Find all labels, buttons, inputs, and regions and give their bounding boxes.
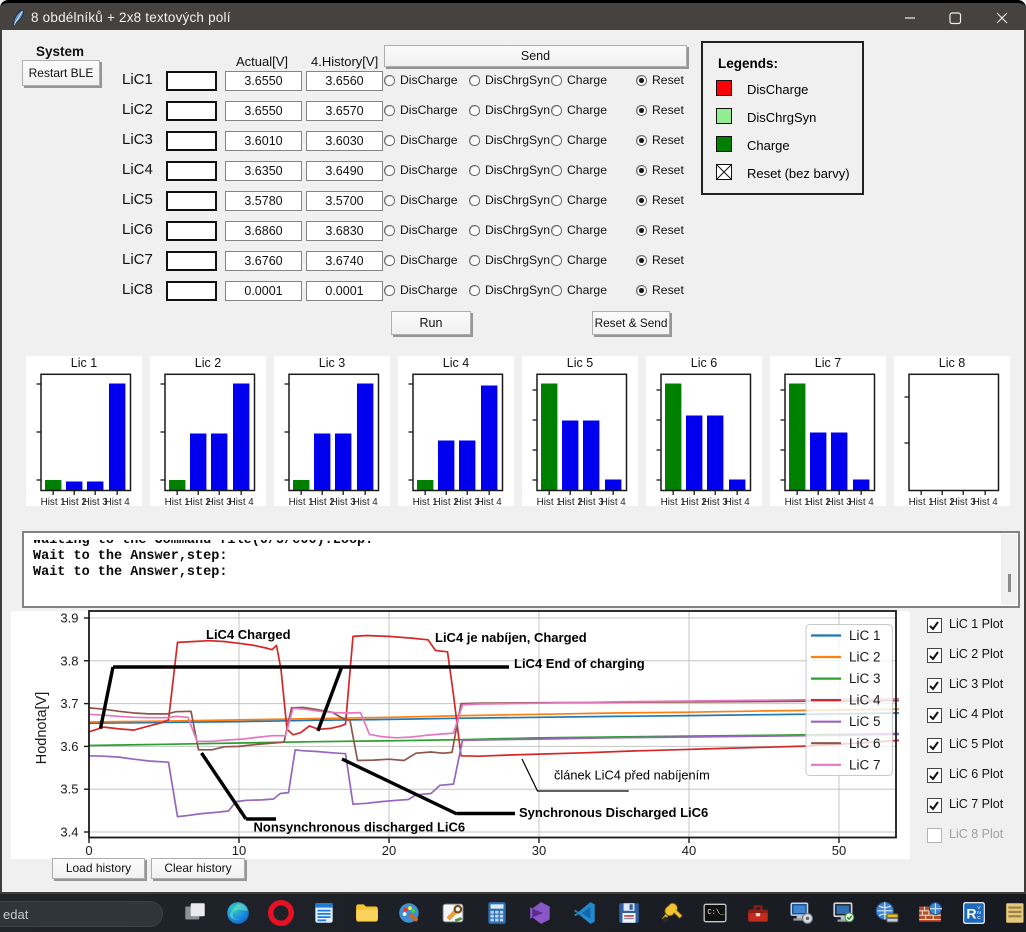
svg-text:3.9: 3.9 [60, 611, 78, 626]
svg-text:Hist 4: Hist 4 [352, 497, 378, 506]
svg-text:Hist 4: Hist 4 [476, 497, 502, 506]
svg-text:Hist 4: Hist 4 [724, 497, 750, 506]
svg-text:LiC 4: LiC 4 [849, 693, 881, 708]
svg-text:20: 20 [382, 843, 396, 858]
svg-text:R: R [966, 905, 976, 921]
svg-text:C:\_: C:\_ [707, 909, 725, 917]
svg-text:Hist 4: Hist 4 [104, 497, 130, 506]
svg-text:článek LiC4 před nabíjením: článek LiC4 před nabíjením [554, 768, 710, 783]
svg-text:Hodnota[V]: Hodnota[V] [34, 692, 50, 765]
svg-text:LiC4 je nabíjen, Charged: LiC4 je nabíjen, Charged [435, 630, 587, 645]
svg-text:LiC 5: LiC 5 [849, 714, 881, 729]
svg-text:Hist 4: Hist 4 [848, 497, 874, 506]
svg-text:LiC 3: LiC 3 [849, 671, 881, 686]
svg-text:LiC 6: LiC 6 [849, 736, 881, 751]
svg-text:LiC 1: LiC 1 [849, 628, 881, 643]
svg-text:C: C [977, 915, 981, 921]
svg-text:3.8: 3.8 [60, 653, 78, 668]
svg-text:LiC 2: LiC 2 [849, 650, 881, 665]
svg-text:Hist 4: Hist 4 [228, 497, 254, 506]
svg-text:Nonsynchronous discharged LiC6: Nonsynchronous discharged LiC6 [254, 820, 466, 835]
svg-text:Hist 4: Hist 4 [600, 497, 626, 506]
svg-text:3.6: 3.6 [60, 739, 78, 754]
svg-text:Hist 4: Hist 4 [972, 497, 998, 506]
svg-text:Synchronous Discharged LiC6: Synchronous Discharged LiC6 [519, 805, 708, 820]
svg-text:10: 10 [232, 843, 246, 858]
svg-text:3.5: 3.5 [60, 782, 78, 797]
svg-text:50: 50 [832, 843, 846, 858]
svg-text:40: 40 [682, 843, 696, 858]
svg-text:3.7: 3.7 [60, 696, 78, 711]
svg-text:LiC4 End of charging: LiC4 End of charging [514, 656, 645, 671]
svg-text:30: 30 [532, 843, 546, 858]
svg-text:LiC 7: LiC 7 [849, 757, 881, 772]
svg-text:0: 0 [85, 843, 92, 858]
svg-text:3.4: 3.4 [60, 825, 78, 840]
svg-text:LiC4 Charged: LiC4 Charged [206, 627, 291, 642]
